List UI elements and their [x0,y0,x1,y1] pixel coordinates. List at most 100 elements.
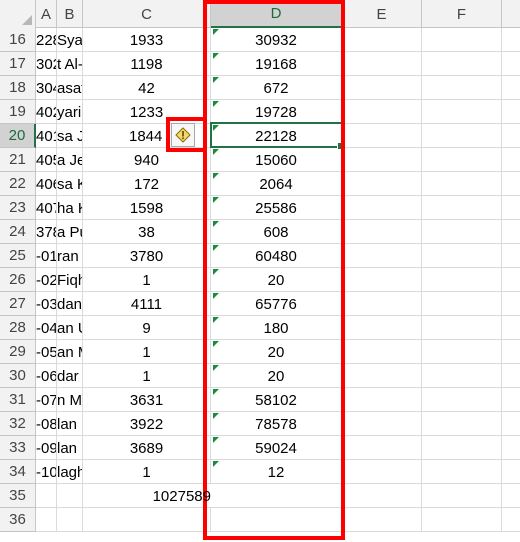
cell-g[interactable] [502,52,520,76]
cell-e[interactable] [342,100,422,124]
cell-f[interactable] [422,76,502,100]
row-header[interactable]: 33 [0,436,36,460]
cell-a[interactable]: 08- [36,412,57,436]
row-header[interactable]: 27 [0,292,36,316]
cell-a[interactable]: 05- [36,340,57,364]
row-header[interactable]: 24 [0,220,36,244]
cell-c[interactable]: 1198 [83,52,211,76]
cell-f[interactable] [422,268,502,292]
cell-f[interactable] [422,436,502,460]
cell-e[interactable] [342,484,422,508]
cell-e[interactable] [342,124,422,148]
cell-a[interactable]: 01- [36,244,57,268]
cell-f[interactable] [422,364,502,388]
cell-c[interactable] [83,508,211,532]
cell-g[interactable] [502,220,520,244]
cell-b[interactable]: lan [57,412,83,436]
cell-b[interactable]: yari [57,100,83,124]
cell-g[interactable] [502,244,520,268]
cell-a[interactable]: 406 [36,172,57,196]
cell-b[interactable]: dan [57,292,83,316]
column-header-f[interactable]: F [422,0,502,28]
cell-g[interactable] [502,388,520,412]
cell-g[interactable] [502,292,520,316]
cell-b[interactable]: sa J [57,124,83,148]
row-header[interactable]: 16 [0,28,36,52]
row-header[interactable]: 32 [0,412,36,436]
cell-g[interactable] [502,124,520,148]
row-header[interactable]: 21 [0,148,36,172]
row-header[interactable]: 17 [0,52,36,76]
cell-a[interactable]: 302 [36,52,57,76]
cell-b[interactable]: an U [57,316,83,340]
cell-e[interactable] [342,388,422,412]
cell-e[interactable] [342,364,422,388]
cell-e[interactable] [342,52,422,76]
cell-f[interactable] [422,244,502,268]
cell-f[interactable] [422,52,502,76]
column-header-c[interactable]: C [83,0,211,28]
cell-b[interactable]: ha K [57,196,83,220]
cell-e[interactable] [342,460,422,484]
cell-g[interactable] [502,28,520,52]
cell-g[interactable] [502,508,520,532]
select-all-button[interactable] [0,0,36,28]
cell-c[interactable]: 38 [83,220,211,244]
cell-f[interactable] [422,100,502,124]
cell-a[interactable]: 401 [36,124,57,148]
row-header[interactable]: 31 [0,388,36,412]
cell-c[interactable]: 1 [83,364,211,388]
cell-b[interactable]: lan [57,436,83,460]
cell-b[interactable]: dar [57,364,83,388]
cell-a[interactable]: 07- [36,388,57,412]
cell-g[interactable] [502,460,520,484]
cell-g[interactable] [502,340,520,364]
cell-e[interactable] [342,220,422,244]
cell-c[interactable]: 3922 [83,412,211,436]
cell-e[interactable] [342,412,422,436]
cell-f[interactable] [422,220,502,244]
cell-c[interactable]: 1 [83,460,211,484]
cell-g[interactable] [502,172,520,196]
cell-f[interactable] [422,340,502,364]
cell-f[interactable] [422,508,502,532]
row-header[interactable]: 20 [0,124,36,148]
cell-a[interactable]: 378 [36,220,57,244]
cell-f[interactable] [422,124,502,148]
cell-g[interactable] [502,364,520,388]
cell-f[interactable] [422,292,502,316]
cell-c[interactable]: 3689 [83,436,211,460]
cell-a[interactable]: 09- [36,436,57,460]
cell-b[interactable]: Fiqh [57,268,83,292]
cell-b[interactable] [57,484,83,508]
cell-b[interactable]: Syar [57,28,83,52]
cell-a[interactable]: 407 [36,196,57,220]
cell-b[interactable]: n M [57,388,83,412]
cell-g[interactable] [502,484,520,508]
cell-e[interactable] [342,316,422,340]
row-header[interactable]: 29 [0,340,36,364]
column-header-a[interactable]: A [36,0,57,28]
cell-e[interactable] [342,76,422,100]
cell-a[interactable]: 228 [36,28,57,52]
cell-a[interactable]: 405 [36,148,57,172]
cell-g[interactable] [502,196,520,220]
cell-e[interactable] [342,148,422,172]
spreadsheet-grid[interactable]: A B C D E F 16228Syar19333093217302t Al-… [0,0,520,542]
cell-b[interactable]: asat [57,76,83,100]
cell-f[interactable] [422,484,502,508]
cell-a[interactable]: 304 [36,76,57,100]
cell-b[interactable] [57,508,83,532]
cell-f[interactable] [422,148,502,172]
cell-g[interactable] [502,412,520,436]
row-header[interactable]: 19 [0,100,36,124]
cell-g[interactable] [502,148,520,172]
cell-c[interactable]: 1933 [83,28,211,52]
cell-f[interactable] [422,28,502,52]
cell-g[interactable] [502,316,520,340]
cell-a[interactable]: 06- [36,364,57,388]
cell-b[interactable]: lagh [57,460,83,484]
cell-b[interactable]: t Al- [57,52,83,76]
cell-b[interactable]: an M [57,340,83,364]
row-header[interactable]: 34 [0,460,36,484]
